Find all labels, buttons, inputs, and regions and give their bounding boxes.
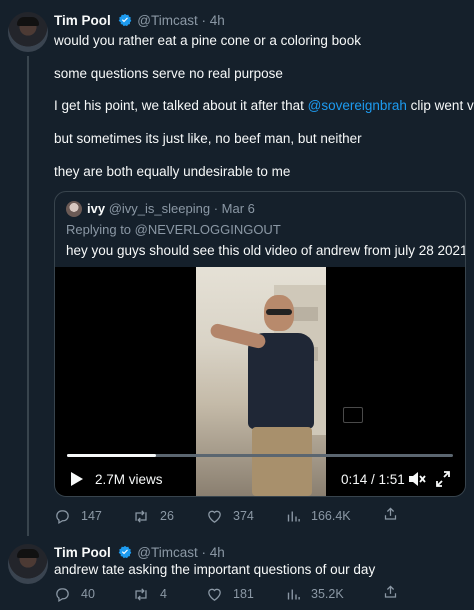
tweet-text-line: they are both equally undesirable to me [54,164,291,179]
author-name[interactable]: Tim Pool [54,545,111,560]
video-frame [196,267,326,496]
tweet-text-segment: I get his point, we talked about it afte… [54,98,308,113]
replying-to-handle[interactable]: @NEVERLOGGINGOUT [135,222,281,237]
quoted-avatar[interactable] [66,201,82,217]
reply-count: 147 [81,509,102,523]
quoted-header: ivy @ivy_is_sleeping · Mar 6 [87,200,255,217]
separator-dot: · [213,201,222,216]
reply-button[interactable]: 147 [54,506,102,526]
reply-count: 40 [81,587,95,601]
retweet-count: 4 [160,587,167,601]
avatar[interactable] [8,544,48,584]
tweet-time[interactable]: 4h [210,13,225,28]
video-view-count: 2.7M views [95,472,163,487]
reply-button[interactable]: 40 [54,584,95,604]
volume-muted-icon[interactable] [407,470,427,488]
heart-icon [208,510,221,523]
heart-icon [208,588,221,601]
tweet-text: andrew tate asking the important questio… [54,562,376,577]
video-player[interactable]: 2.7M views 0:14 / 1:51 [55,267,465,496]
quoted-author-handle[interactable]: @ivy_is_sleeping [109,201,210,216]
tweet[interactable]: Tim Pool @Timcast · 4h would you rather … [0,0,474,536]
video-person-legs [252,427,312,496]
view-count: 166.4K [311,509,351,523]
separator-dot: · [201,13,210,28]
tweet-time[interactable]: 4h [210,545,225,560]
analytics-icon [287,511,300,521]
separator-dot: · [201,545,210,560]
tweet-text-line: I get his point, we talked about it afte… [54,97,474,114]
mention-link[interactable]: @sovereignbrah [308,98,407,113]
analytics-icon [287,589,300,599]
video-progress-bar[interactable] [67,454,453,457]
share-icon [384,585,397,598]
replying-to-prefix: Replying to [66,222,135,237]
author-handle[interactable]: @Timcast [137,545,197,560]
views-button[interactable]: 35.2K [286,584,344,604]
retweet-count: 26 [160,509,174,523]
tweet-header: Tim Pool @Timcast · 4h [54,544,225,561]
like-count: 374 [233,509,254,523]
like-count: 181 [233,587,254,601]
play-icon[interactable] [70,471,84,487]
retweet-button[interactable]: 26 [132,506,174,526]
quoted-author-name[interactable]: ivy [87,201,105,216]
share-button[interactable] [383,506,398,522]
tweet-header: Tim Pool @Timcast · 4h [54,12,225,29]
quoted-tweet[interactable]: ivy @ivy_is_sleeping · Mar 6 Replying to… [54,191,466,497]
verified-badge-icon [118,13,131,27]
thread-line [27,56,29,536]
retweet-icon [135,509,147,523]
share-icon [384,507,397,520]
retweet-button[interactable]: 4 [132,584,167,604]
avatar[interactable] [8,12,48,52]
tweet-text-line: would you rather eat a pine cone or a co… [54,33,361,48]
like-button[interactable]: 374 [206,506,254,526]
tweet-text-segment: clip went viral [410,98,474,113]
tweet-actions: 40 4 181 35.2K [54,584,404,604]
verified-badge-icon [118,545,131,559]
reply-icon [56,587,69,602]
tweet[interactable]: Tim Pool @Timcast · 4h andrew tate askin… [0,536,474,610]
video-time: 0:14 / 1:51 [341,472,405,487]
video-progress-fill [67,454,156,457]
replying-to: Replying to @NEVERLOGGINGOUT [66,221,281,238]
quoted-tweet-time[interactable]: Mar 6 [222,201,255,216]
video-person-sunglasses [266,309,292,315]
tweet-text-line: but sometimes its just like, no beef man… [54,131,362,146]
video-person-arm [209,322,267,350]
fullscreen-icon[interactable] [435,470,451,488]
tweet-actions: 147 26 374 166.4K [54,506,404,526]
author-name[interactable]: Tim Pool [54,13,111,28]
view-count: 35.2K [311,587,344,601]
author-handle[interactable]: @Timcast [137,13,197,28]
tweet-text-line: some questions serve no real purpose [54,66,283,81]
retweet-icon [135,587,147,601]
share-button[interactable] [383,584,398,600]
video-watermark-icon [343,407,363,423]
like-button[interactable]: 181 [206,584,254,604]
views-button[interactable]: 166.4K [286,506,351,526]
reply-icon [56,509,69,524]
quoted-tweet-text: hey you guys should see this old video o… [66,243,466,258]
